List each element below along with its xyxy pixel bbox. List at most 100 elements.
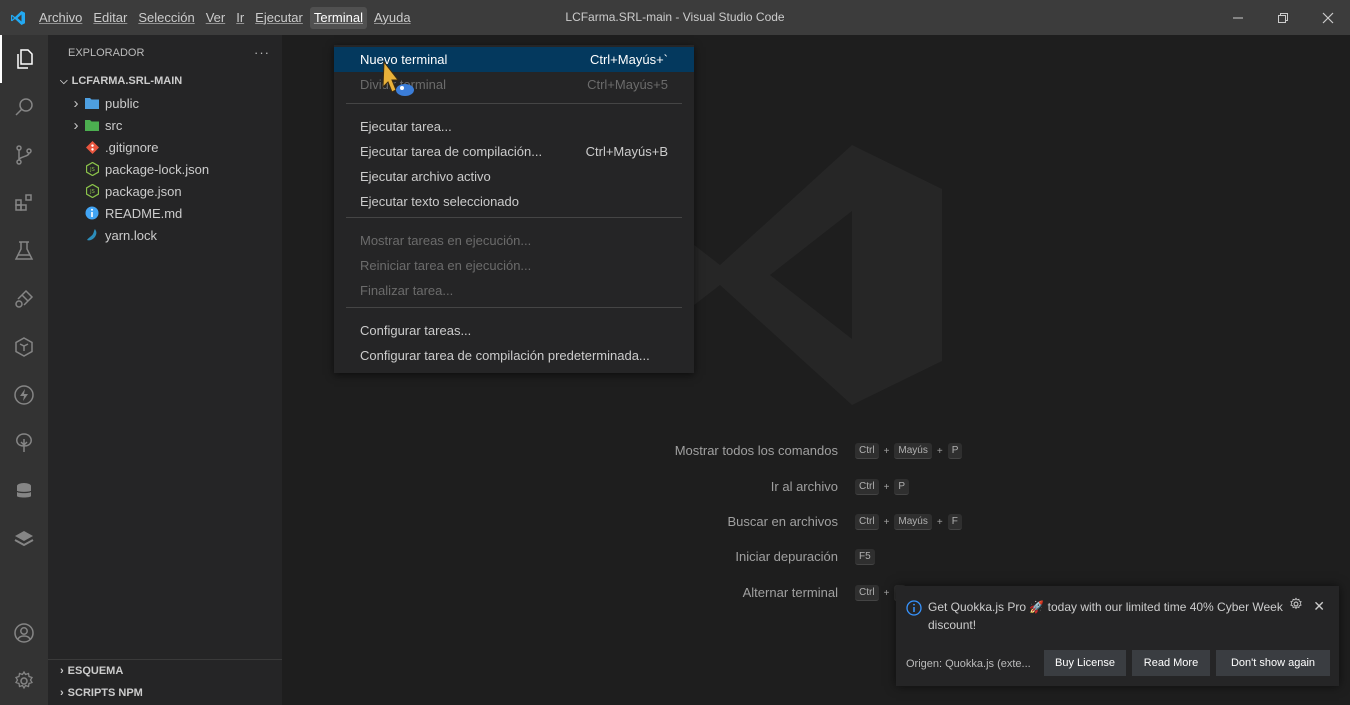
tree-item-label: .gitignore (105, 139, 159, 155)
minimize-icon (1232, 17, 1243, 18)
outline-section[interactable]: › ESQUEMA (48, 659, 282, 682)
terminal-menu-item[interactable]: Ejecutar tarea de compilación... Ctrl+May… (334, 139, 694, 164)
tree-folder[interactable]: › src (48, 114, 282, 136)
explorer-sidebar: EXPLORADOR ··· ⌵ LCFARMA.SRL-MAIN › publi… (48, 35, 282, 705)
menu-separator (346, 217, 682, 218)
menu-item-label: Ejecutar texto seleccionado (360, 194, 519, 209)
keycap: Mayús (894, 443, 932, 459)
menu-item-label: Ejecutar archivo activo (360, 169, 491, 184)
chevron-down-icon: ⌵ (60, 75, 68, 87)
notification-close-icon[interactable]: ✕ (1313, 598, 1325, 615)
tree-item-label: src (105, 117, 123, 133)
terminal-menu-item: Reiniciar tarea en ejecución... (334, 253, 694, 278)
source-control-icon[interactable] (0, 131, 48, 179)
remote-explorer-icon[interactable] (0, 275, 48, 323)
terminal-menu-item[interactable]: Ejecutar texto seleccionado (334, 189, 694, 214)
menu-bar: Archivo Editar Selección Ver Ir Ejecutar Termi… (35, 0, 418, 35)
manage-gear-icon[interactable] (0, 657, 48, 705)
keycap: Mayús (894, 514, 932, 530)
chevron-right-icon: › (73, 94, 79, 112)
nodejs-icon: JS (84, 183, 100, 199)
menu-ir[interactable]: Ir (232, 7, 248, 29)
outline-section-label: ESQUEMA (67, 665, 124, 677)
explorer-icon[interactable] (0, 35, 48, 83)
shortcut-keys: Ctrl + Mayús + P (855, 443, 963, 459)
menu-editar[interactable]: Editar (89, 7, 131, 29)
tree-item-label: package.json (105, 183, 182, 199)
folder-src-icon (84, 117, 100, 133)
shortcut-keys: Ctrl + Mayús + F (855, 514, 962, 530)
buy-license-button[interactable]: Buy License (1044, 650, 1126, 676)
restore-button[interactable] (1260, 0, 1305, 35)
menu-item-label: Ejecutar tarea de compilación... (360, 144, 543, 159)
menu-seleccin[interactable]: Selección (134, 7, 198, 29)
svg-text:JS: JS (89, 189, 95, 195)
stack-icon[interactable] (0, 515, 48, 563)
menu-item-label: Mostrar tareas en ejecución... (360, 233, 532, 248)
key-plus: + (883, 516, 890, 528)
info-icon (84, 205, 100, 221)
menu-item-shortcut: Ctrl+Mayús+5 (587, 77, 668, 92)
explorer-header: EXPLORADOR ··· (48, 35, 282, 70)
minimize-button[interactable] (1215, 0, 1260, 35)
tree-file[interactable]: README.md (48, 202, 282, 224)
key-plus: + (936, 445, 943, 457)
account-icon[interactable] (0, 609, 48, 657)
menu-item-label: Configurar tarea de compilación predeter… (360, 348, 650, 363)
chevron-right-icon: › (73, 116, 79, 134)
menu-item-label: Ejecutar tarea... (360, 119, 452, 134)
menu-label: Ejecutar (255, 9, 303, 25)
menu-label: Ver (205, 9, 226, 25)
shortcut-label: Alternar terminal (742, 585, 838, 600)
tree-folder[interactable]: › public (48, 92, 282, 114)
tree-file[interactable]: .gitignore (48, 136, 282, 158)
window-controls (1215, 0, 1350, 35)
dont-show-again-button[interactable]: Don't show again (1216, 650, 1330, 676)
terminal-menu-item[interactable]: Configurar tarea de compilación predeter… (334, 343, 694, 368)
menu-ayuda[interactable]: Ayuda (370, 7, 415, 29)
notification-gear-icon[interactable] (1289, 597, 1303, 611)
close-icon (1322, 12, 1333, 23)
read-more-button[interactable]: Read More (1132, 650, 1210, 676)
restore-icon (1277, 12, 1288, 23)
tree-file[interactable]: JS package.json (48, 180, 282, 202)
extensions-icon[interactable] (0, 179, 48, 227)
tree-file[interactable]: yarn.lock (48, 224, 282, 246)
keycap: F (947, 514, 962, 530)
menu-ejecutar[interactable]: Ejecutar (251, 7, 307, 29)
menu-ver[interactable]: Ver (202, 7, 230, 29)
tree-item-label: public (105, 95, 139, 111)
menu-item-label: Configurar tareas... (360, 323, 472, 338)
search-icon[interactable] (0, 83, 48, 131)
menu-item-shortcut: Ctrl+Mayús+` (589, 52, 668, 67)
menu-label: Editar (93, 9, 128, 25)
database-icon[interactable] (0, 467, 48, 515)
yarn-icon (84, 227, 100, 243)
tree-file[interactable]: JS package-lock.json (48, 158, 282, 180)
title-bar: Archivo Editar Selección Ver Ir Ejecutar Termi… (0, 0, 1350, 35)
menu-terminal[interactable]: Terminal (309, 6, 367, 29)
close-window-button[interactable] (1305, 0, 1350, 35)
terminal-menu-item[interactable]: Ejecutar tarea... (334, 114, 694, 139)
workspace-root[interactable]: ⌵ LCFARMA.SRL-MAIN (48, 70, 282, 92)
tree-icon[interactable] (0, 419, 48, 467)
key-plus: + (883, 481, 890, 493)
shortcut-label: Mostrar todos los comandos (674, 443, 838, 458)
menu-archivo[interactable]: Archivo (35, 7, 86, 29)
npm-scripts-section[interactable]: › SCRIPTS NPM (48, 682, 282, 704)
containers-icon[interactable] (0, 323, 48, 371)
menu-label: Terminal (313, 9, 363, 25)
keycap: Ctrl (855, 443, 879, 459)
npm-scripts-section-label: SCRIPTS NPM (67, 687, 143, 699)
thunder-icon[interactable] (0, 371, 48, 419)
terminal-menu-item[interactable]: Configurar tareas... (334, 318, 694, 343)
notification-message: Get Quokka.js Pro 🚀 today with our limit… (928, 600, 1283, 632)
folder-public-icon (84, 95, 100, 111)
tree-item-label: package-lock.json (105, 161, 210, 177)
terminal-menu-item[interactable]: Ejecutar archivo activo (334, 164, 694, 189)
tree-item-label: README.md (105, 205, 183, 221)
more-actions-button[interactable]: ··· (254, 45, 270, 60)
testing-icon[interactable] (0, 227, 48, 275)
vscode-logo-icon (0, 0, 35, 35)
mouse-cursor-icon (382, 60, 414, 96)
